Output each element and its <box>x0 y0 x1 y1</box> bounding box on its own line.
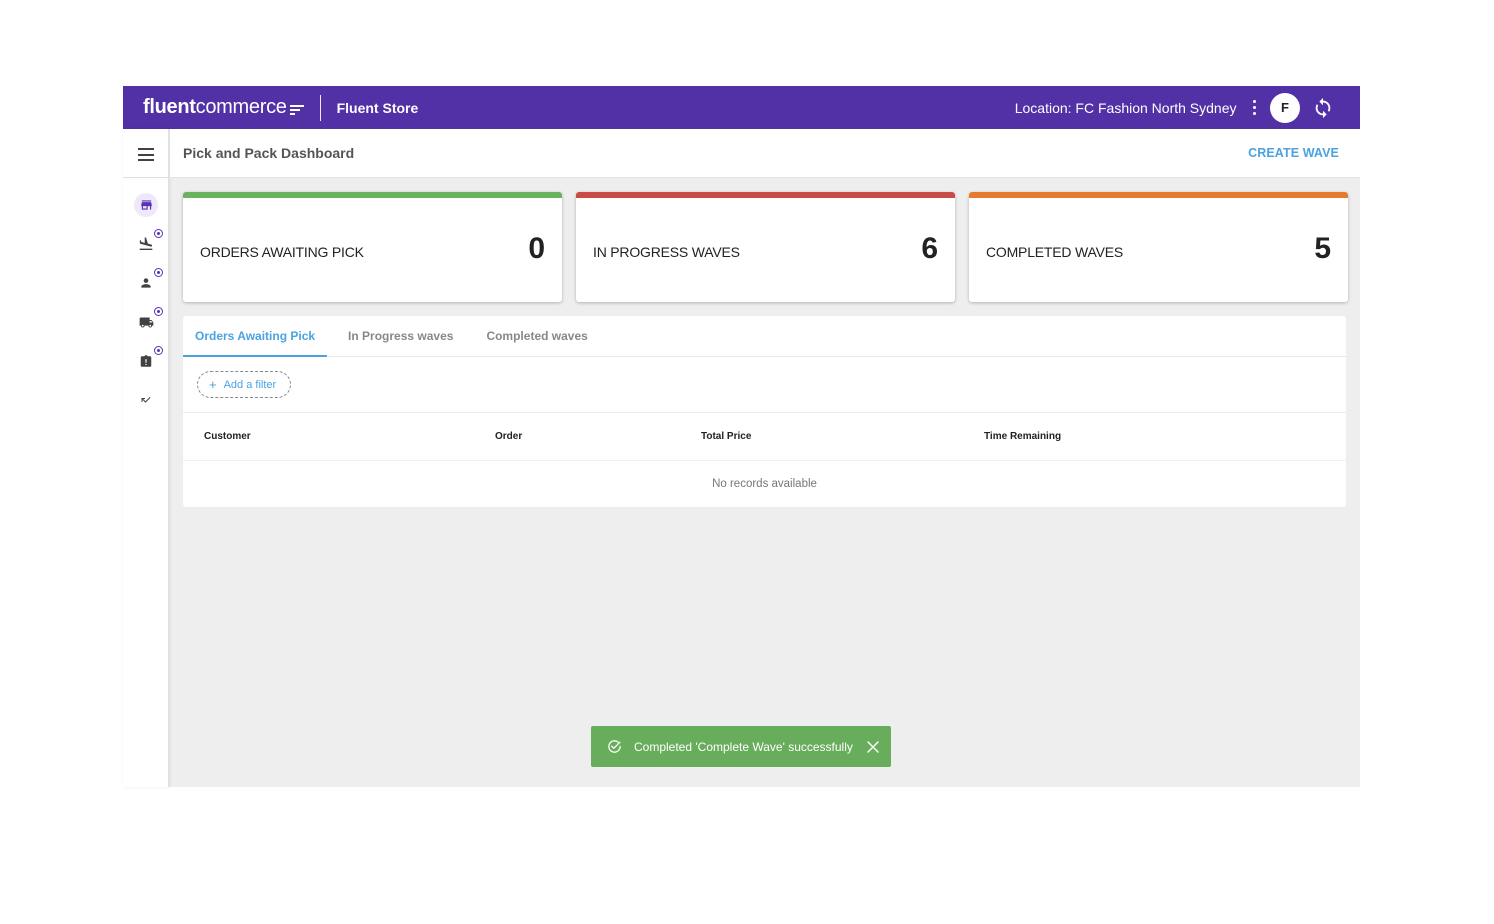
card-label: ORDERS AWAITING PICK <box>200 244 364 260</box>
clipboard-alert-icon <box>140 354 152 367</box>
tab-completed-waves[interactable]: Completed waves <box>474 316 599 356</box>
notification-badge <box>154 268 163 277</box>
tab-in-progress-waves[interactable]: In Progress waves <box>336 316 465 356</box>
plus-icon: + <box>209 377 217 392</box>
success-toast: Completed 'Complete Wave' successfully <box>591 726 891 767</box>
sidebar-divider <box>123 177 169 178</box>
logo-text-light: commerce <box>195 96 287 118</box>
fluent-commerce-logo[interactable]: fluent commerce <box>143 96 304 119</box>
card-orders-awaiting-pick[interactable]: ORDERS AWAITING PICK 0 <box>183 192 562 302</box>
check-circle-icon <box>608 740 621 753</box>
card-count: 5 <box>1314 232 1331 265</box>
notification-badge <box>154 307 163 316</box>
card-completed-waves[interactable]: COMPLETED WAVES 5 <box>969 192 1348 302</box>
card-label: IN PROGRESS WAVES <box>593 244 740 260</box>
tab-bar: Orders Awaiting Pick In Progress waves C… <box>183 316 1346 357</box>
sidebar-item-store[interactable] <box>134 193 158 217</box>
header-divider <box>319 94 321 121</box>
card-count: 0 <box>528 232 545 265</box>
toast-message: Completed 'Complete Wave' successfully <box>634 739 853 754</box>
user-avatar[interactable]: F <box>1270 92 1300 123</box>
logo-mark-icon <box>289 104 304 115</box>
sidebar-item-exceptions[interactable] <box>134 346 163 373</box>
sidebar-item-returns[interactable] <box>134 389 158 413</box>
card-in-progress-waves[interactable]: IN PROGRESS WAVES 6 <box>576 192 955 302</box>
menu-icon[interactable] <box>138 148 154 165</box>
add-filter-label: Add a filter <box>223 378 277 391</box>
more-vert-icon[interactable] <box>1249 96 1261 120</box>
sidebar-item-receiving[interactable] <box>134 229 163 256</box>
add-filter-button[interactable]: + Add a filter <box>197 371 292 398</box>
store-name: Fluent Store <box>336 99 419 116</box>
card-color-bar <box>576 192 955 198</box>
page-header: Pick and Pack Dashboard CREATE WAVE <box>170 129 1360 178</box>
person-icon <box>141 278 151 288</box>
column-header-order[interactable]: Order <box>495 431 522 442</box>
flight-land-icon <box>139 237 153 250</box>
card-count: 6 <box>921 232 938 265</box>
truck-icon <box>139 317 153 327</box>
logo-text-bold: fluent <box>143 96 196 118</box>
top-bar: fluent commerce Fluent Store Location: FC… <box>123 86 1360 129</box>
create-wave-button[interactable]: CREATE WAVE <box>1248 146 1339 160</box>
card-color-bar <box>969 192 1348 198</box>
refresh-icon[interactable] <box>1312 97 1334 119</box>
notification-badge <box>154 346 163 355</box>
orders-panel: Orders Awaiting Pick In Progress waves C… <box>183 316 1346 507</box>
filter-row: + Add a filter <box>183 357 1346 413</box>
arrow-check-icon <box>141 397 151 403</box>
column-header-time-remaining[interactable]: Time Remaining <box>984 431 1061 442</box>
page-title: Pick and Pack Dashboard <box>183 145 355 161</box>
close-icon[interactable] <box>867 740 879 753</box>
sidebar-item-shipping[interactable] <box>134 307 163 334</box>
store-icon <box>140 200 152 210</box>
tab-orders-awaiting-pick[interactable]: Orders Awaiting Pick <box>183 316 328 357</box>
card-label: COMPLETED WAVES <box>986 244 1124 260</box>
column-header-customer[interactable]: Customer <box>204 431 251 442</box>
summary-cards: ORDERS AWAITING PICK 0 IN PROGRESS WAVES… <box>183 192 1348 302</box>
location-label: Location: FC Fashion North Sydney <box>1014 99 1237 116</box>
column-header-total-price[interactable]: Total Price <box>701 431 751 442</box>
app-window: fluent commerce Fluent Store Location: FC… <box>123 86 1360 787</box>
sidebar-item-customer[interactable] <box>134 268 163 295</box>
sidebar <box>123 129 169 787</box>
table-header: Customer Order Total Price Time Remainin… <box>183 413 1346 461</box>
notification-badge <box>154 229 163 238</box>
empty-state-message: No records available <box>712 477 817 490</box>
card-color-bar <box>183 192 562 198</box>
